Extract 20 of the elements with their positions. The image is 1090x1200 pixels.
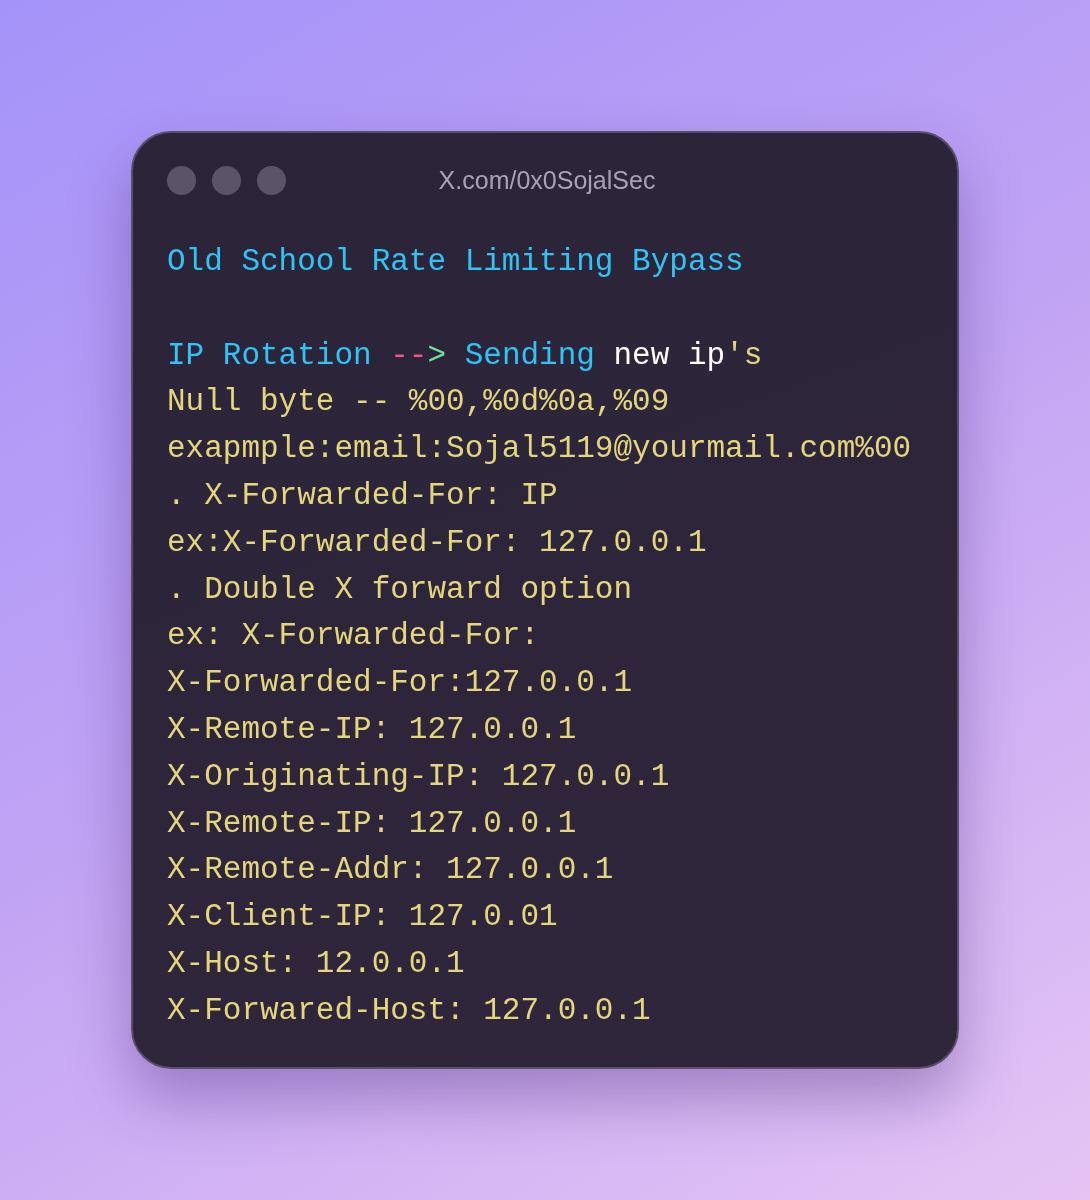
code-line: X-Client-IP: 127.0.01 (167, 898, 558, 937)
code-line: IP Rotation --> Sending new ip's (167, 336, 763, 375)
code-line: X-Remote-IP: 127.0.0.1 (167, 804, 577, 843)
code-heading: Old School Rate Limiting Bypass (167, 243, 744, 281)
code-line: X-Remote-IP: 127.0.0.1 (167, 710, 577, 749)
code-line: X-Host: 12.0.0.1 (167, 944, 465, 983)
code-line: X-Originating-IP: 127.0.0.1 (167, 757, 670, 796)
window-title: X.com/0x0SojalSec (438, 165, 656, 197)
code-line: . X-Forwarded-For: IP (167, 477, 558, 515)
code-line: X-Remote-Addr: 127.0.0.1 (167, 851, 614, 890)
window-control-dot[interactable] (212, 166, 241, 195)
code-line: . Double X forward option (167, 570, 633, 609)
code-line: X-Forwared-Host: 127.0.0.1 (167, 991, 651, 1030)
code-line: X-Forwarded-For:127.0.0.1 (167, 664, 633, 703)
window-control-dot[interactable] (167, 166, 196, 195)
code-line: ex:X-Forwarded-For: 127.0.0.1 (167, 523, 707, 562)
code-line: Null byte -- %00,%0d%0a,%09 (167, 383, 670, 422)
code-line: exapmple:email:Sojal5119@yourmail.com%00 (167, 430, 912, 469)
code-line: ex: X-Forwarded-For: (167, 617, 540, 656)
window-control-dot[interactable] (257, 166, 286, 195)
